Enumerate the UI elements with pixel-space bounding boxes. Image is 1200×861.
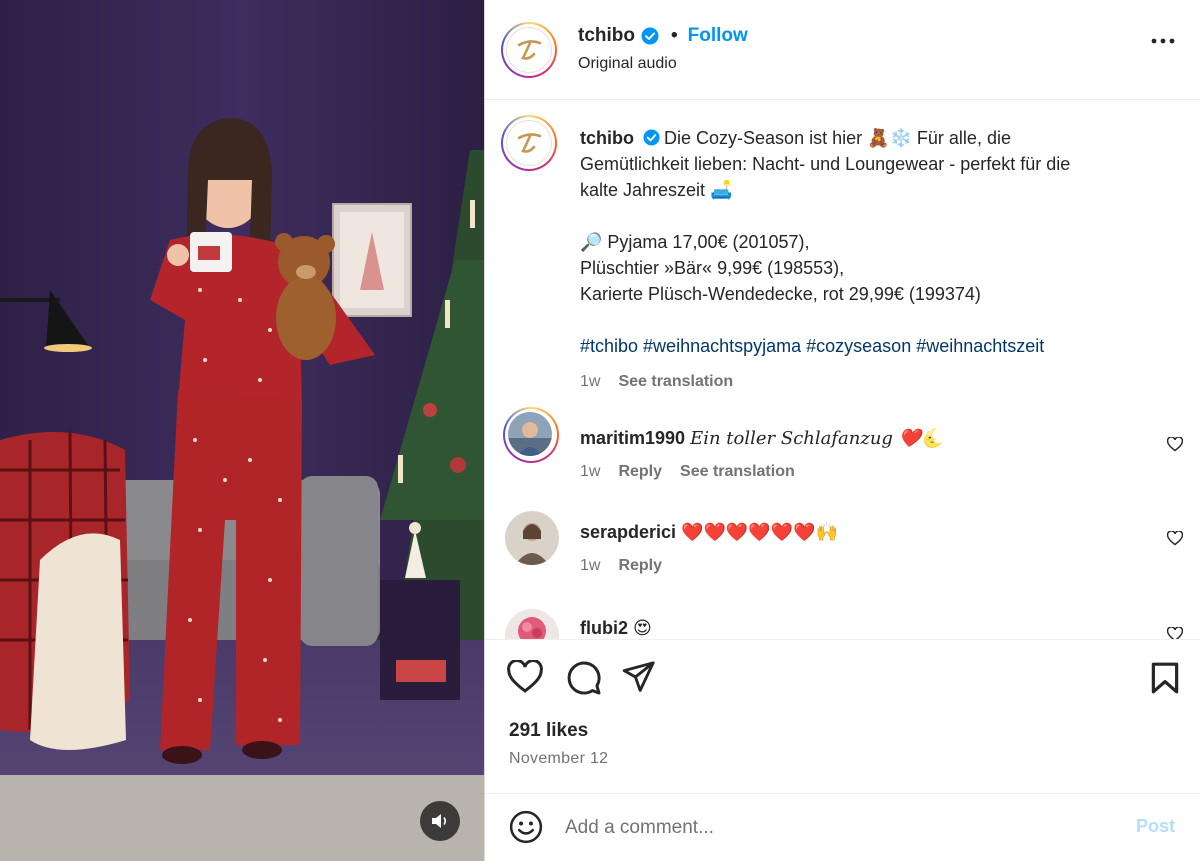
reply-button[interactable]: Reply: [618, 463, 662, 481]
comment-meta: 1w Reply: [580, 557, 662, 575]
post-comment-button[interactable]: Post: [1136, 816, 1175, 837]
comment-username[interactable]: maritim1990: [580, 428, 685, 448]
comment-like-heart-icon[interactable]: [1167, 437, 1183, 452]
comment-like-heart-icon[interactable]: [1167, 627, 1183, 639]
emoji-icon[interactable]: [509, 810, 543, 844]
author-username[interactable]: tchibo: [578, 25, 635, 47]
author-avatar[interactable]: [501, 22, 557, 78]
more-options-icon[interactable]: [1151, 38, 1175, 44]
comment-timestamp[interactable]: 1w: [580, 557, 600, 575]
post-video[interactable]: [0, 0, 484, 861]
video-frame-scene: [0, 0, 484, 861]
caption-product-1: 🔎 Pyjama 17,00€ (201057),: [580, 232, 810, 252]
caption-author-avatar[interactable]: [501, 115, 557, 171]
heart-icon[interactable]: [507, 660, 543, 694]
tchibo-logo-icon: [506, 27, 552, 73]
tchibo-logo-icon: [506, 120, 552, 166]
post-details-panel: tchibo • Follow Original audio tchibo Di…: [484, 0, 1200, 861]
comment-see-translation[interactable]: See translation: [680, 463, 795, 481]
caption-product-2: Plüschtier »Bär« 9,99€ (198553),: [580, 258, 845, 278]
share-icon[interactable]: [622, 661, 656, 693]
caption-see-translation[interactable]: See translation: [618, 369, 733, 395]
comment-text: 😍: [633, 618, 652, 638]
speaker-icon: [432, 814, 447, 828]
post-actions: 291 likes November 12: [485, 639, 1200, 799]
comment-body: flubi2 😍: [580, 615, 652, 639]
mute-toggle-button[interactable]: [420, 801, 460, 841]
comment-timestamp[interactable]: 1w: [580, 463, 600, 481]
audio-source-link[interactable]: Original audio: [578, 55, 677, 73]
commenter-avatar[interactable]: [505, 609, 559, 639]
header-user-row: tchibo • Follow: [578, 25, 748, 47]
comment-body: serapderici ❤️❤️❤️❤️❤️❤️🙌: [580, 519, 838, 545]
bookmark-icon[interactable]: [1150, 662, 1180, 694]
comment-text: Ein toller Schlafanzug ❤️🌜: [690, 428, 944, 449]
comment-input[interactable]: [565, 812, 1085, 844]
avatar-photo: [505, 511, 559, 565]
comment-composer: Post: [485, 793, 1200, 861]
separator-dot: •: [671, 25, 678, 46]
commenter-avatar[interactable]: [503, 407, 559, 463]
caption-text-line2: Gemütlichkeit lieben: Nacht- und Loungew…: [580, 154, 1071, 174]
caption-text-line1: Die Cozy-Season ist hier 🧸❄️ Für alle, d…: [664, 128, 1011, 148]
comment-username[interactable]: flubi2: [580, 618, 628, 638]
comment-meta: 1w Reply See translation: [580, 463, 795, 481]
caption-text-line3: kalte Jahreszeit 🛋️: [580, 180, 733, 200]
comment-username[interactable]: serapderici: [580, 522, 676, 542]
caption-username[interactable]: tchibo: [580, 128, 634, 148]
verified-badge-icon: [643, 129, 660, 146]
instagram-post-view: tchibo • Follow Original audio tchibo Di…: [0, 0, 1200, 861]
caption-product-3: Karierte Plüsch-Wendedecke, rot 29,99€ (…: [580, 284, 981, 304]
comment-like-heart-icon[interactable]: [1167, 531, 1183, 546]
caption-hashtags[interactable]: #tchibo #weihnachtspyjama #cozyseason #w…: [580, 333, 1170, 359]
verified-badge-icon: [641, 27, 659, 45]
comment-icon[interactable]: [566, 660, 602, 696]
comment-text: ❤️❤️❤️❤️❤️❤️🙌: [681, 522, 838, 542]
post-caption: tchibo Die Cozy-Season ist hier 🧸❄️ Für …: [580, 125, 1170, 395]
avatar-photo: [508, 412, 552, 456]
comments-list[interactable]: tchibo Die Cozy-Season ist hier 🧸❄️ Für …: [485, 101, 1200, 639]
post-header: tchibo • Follow Original audio: [485, 0, 1200, 100]
comment-body: maritim1990 Ein toller Schlafanzug ❤️🌜: [580, 425, 944, 452]
caption-meta: 1w See translation: [580, 369, 1170, 395]
commenter-avatar[interactable]: [505, 511, 559, 565]
caption-timestamp[interactable]: 1w: [580, 369, 600, 395]
reply-button[interactable]: Reply: [618, 557, 662, 575]
post-date[interactable]: November 12: [509, 750, 608, 768]
follow-button[interactable]: Follow: [688, 25, 748, 47]
like-count[interactable]: 291 likes: [509, 720, 588, 742]
avatar-photo: [505, 609, 559, 639]
